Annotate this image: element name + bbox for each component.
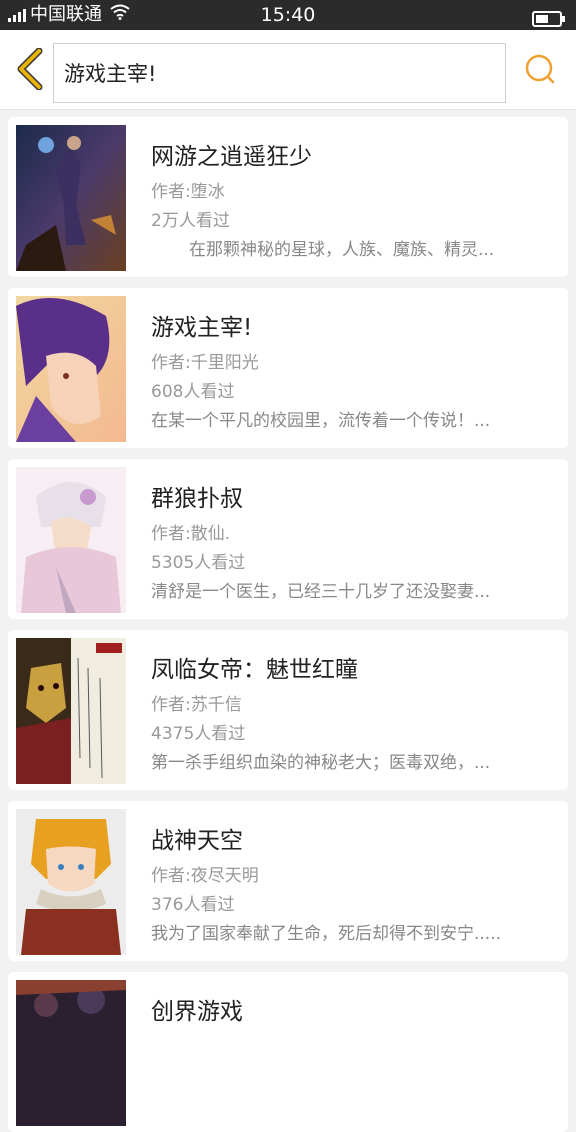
list-item[interactable]: 网游之逍遥狂少 作者:堕冰 2万人看过 在那颗神秘的星球，人族、魔族、精灵...	[8, 117, 568, 277]
book-cover	[16, 296, 126, 442]
book-cover	[16, 809, 126, 955]
status-bar: 中国联通 15:40	[0, 0, 576, 30]
book-title: 凤临女帝：魅世红瞳	[151, 657, 358, 683]
book-title: 战神天空	[151, 828, 243, 854]
book-cover	[16, 467, 126, 613]
clock: 15:40	[260, 4, 316, 26]
list-item[interactable]: 战神天空 作者:夜尽天明 376人看过 我为了国家奉献了生命，死后却得不到安宁.…	[8, 801, 568, 961]
book-author: 作者:苏千信	[151, 695, 242, 715]
search-header	[0, 30, 576, 110]
book-description: 我为了国家奉献了生命，死后却得不到安宁.....	[151, 924, 502, 944]
book-author: 作者:千里阳光	[151, 353, 259, 373]
book-title: 游戏主宰!	[151, 315, 253, 341]
book-cover	[16, 980, 126, 1126]
book-title: 网游之逍遥狂少	[151, 144, 312, 170]
book-author: 作者:散仙.	[151, 524, 231, 544]
book-cover	[16, 638, 126, 784]
book-description: 在那颗神秘的星球，人族、魔族、精灵...	[189, 240, 495, 260]
search-input[interactable]	[64, 61, 495, 85]
back-button[interactable]	[10, 47, 50, 94]
book-title: 群狼扑叔	[151, 486, 243, 512]
list-item[interactable]: 群狼扑叔 作者:散仙. 5305人看过 清舒是一个医生，已经三十几岁了还没娶妻.…	[8, 459, 568, 619]
book-description: 在某一个平凡的校园里，流传着一个传说！...	[151, 411, 491, 431]
book-views: 4375人看过	[151, 724, 246, 744]
book-views: 5305人看过	[151, 553, 246, 573]
book-cover	[16, 125, 126, 271]
list-item[interactable]: 游戏主宰! 作者:千里阳光 608人看过 在某一个平凡的校园里，流传着一个传说！…	[8, 288, 568, 448]
book-views: 608人看过	[151, 382, 235, 402]
book-author: 作者:夜尽天明	[151, 866, 259, 886]
book-title: 创界游戏	[151, 999, 243, 1025]
search-button[interactable]	[518, 50, 562, 94]
book-views: 2万人看过	[151, 211, 230, 231]
book-views: 376人看过	[151, 895, 235, 915]
list-item[interactable]: 创界游戏	[8, 972, 568, 1132]
book-author: 作者:堕冰	[151, 182, 225, 202]
search-field[interactable]	[53, 43, 506, 103]
chevron-left-icon	[15, 47, 45, 94]
book-description: 第一杀手组织血染的神秘老大；医毒双绝，...	[151, 753, 491, 773]
book-description: 清舒是一个医生，已经三十几岁了还没娶妻...	[151, 582, 491, 602]
list-item[interactable]: 凤临女帝：魅世红瞳 作者:苏千信 4375人看过 第一杀手组织血染的神秘老大；医…	[8, 630, 568, 790]
search-icon	[522, 52, 558, 92]
